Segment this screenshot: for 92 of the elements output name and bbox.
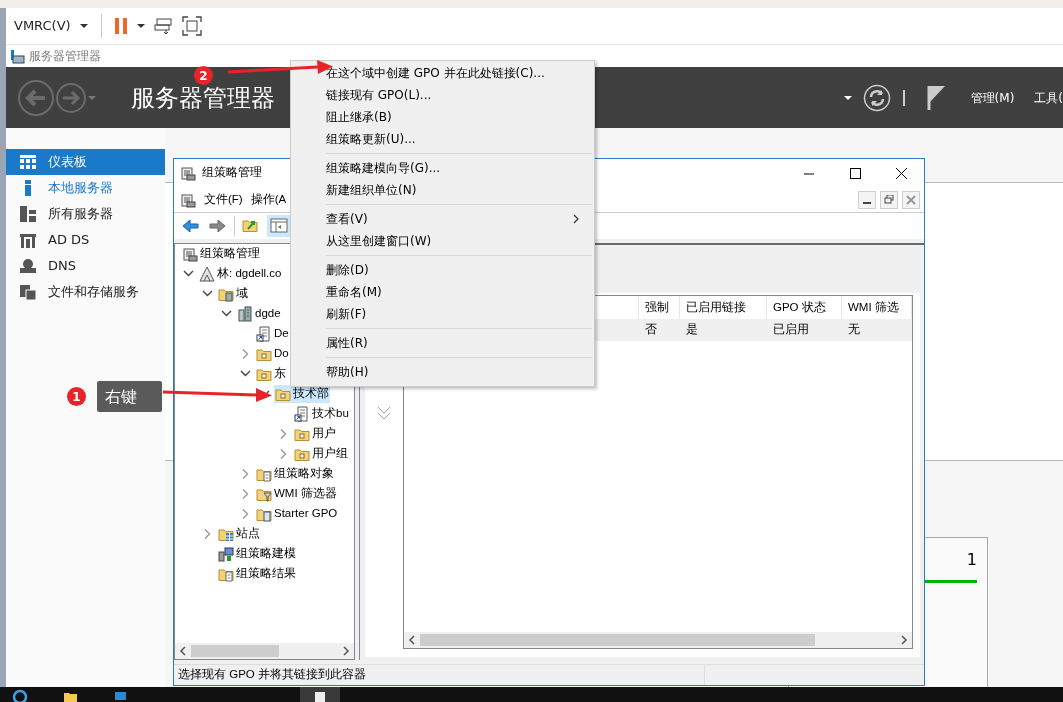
tree-item[interactable]: dgde: [236, 305, 282, 323]
document-icon: [256, 326, 272, 342]
computer-icon: [218, 546, 234, 562]
menu-item[interactable]: 在这个域中创建 GPO 并在此处链接(C)...: [293, 62, 592, 84]
table-cell-text: 是: [685, 322, 699, 338]
menu-item[interactable]: 组策略建模向导(G)...: [293, 157, 592, 179]
sidebar-item[interactable]: AD DS: [6, 227, 165, 253]
callout-label: 右键: [97, 381, 162, 412]
caret-icon[interactable]: [135, 22, 146, 30]
minimize-button[interactable]: [858, 190, 876, 209]
menu-item[interactable]: 文件(F): [204, 190, 243, 209]
tree-item[interactable]: 用户: [293, 425, 337, 443]
tree-item[interactable]: 站点: [217, 525, 261, 543]
tree-item[interactable]: 技术bu: [293, 405, 350, 423]
flag-icon[interactable]: [926, 84, 947, 111]
horizontal-scrollbar[interactable]: [404, 632, 912, 648]
folder-icon: [218, 286, 234, 302]
header-menu[interactable]: 工具(: [1034, 88, 1063, 107]
folder-icon: [218, 566, 234, 582]
header-menu[interactable]: 管理(M): [970, 88, 1015, 107]
folder-icon: [275, 386, 291, 402]
folder-icon: [256, 366, 272, 382]
close-button[interactable]: [902, 190, 920, 209]
tree-item[interactable]: 东: [255, 365, 287, 383]
building-icon: [20, 232, 36, 248]
tree-item[interactable]: Do: [255, 345, 290, 363]
tree-item[interactable]: 组策略对象: [255, 465, 335, 483]
tree-item[interactable]: 域: [217, 285, 249, 303]
fullscreen-icon[interactable]: [181, 16, 202, 36]
tree-item[interactable]: 组策略结果: [217, 565, 297, 583]
folder-icon: [294, 446, 310, 462]
maximize-icon[interactable]: [848, 166, 862, 180]
menu-item[interactable]: 重命名(M): [293, 281, 592, 303]
refresh-icon[interactable]: [862, 83, 891, 112]
menu-item[interactable]: 组策略更新(U)...: [293, 128, 592, 150]
page-title: 服务器管理器: [131, 82, 275, 114]
window-title: 组策略管理: [202, 165, 262, 181]
document-icon: [294, 406, 310, 422]
table-cell-text: 无: [847, 322, 861, 338]
tree-item[interactable]: 用户组: [293, 445, 349, 463]
status-text: 选择现有 GPO 并将其链接到此容器: [177, 667, 367, 683]
horizontal-scrollbar[interactable]: [175, 643, 354, 659]
scroll-icon: [180, 191, 196, 208]
tree-item[interactable]: 组策略建模: [217, 545, 297, 563]
folder-icon: [256, 466, 272, 482]
folder-icon: [294, 426, 310, 442]
folders-icon: [20, 284, 36, 300]
app-icon: [10, 48, 25, 64]
vmrc-menu-button[interactable]: VMRC(V): [14, 16, 89, 36]
folder-icon: [256, 486, 272, 502]
folder-icon: [256, 506, 272, 522]
sidebar-item[interactable]: 文件和存储服务: [6, 279, 165, 305]
folder-icon: [218, 526, 234, 542]
sidebar-item[interactable]: DNS: [6, 253, 165, 279]
menu-item[interactable]: 新建组织单位(N): [293, 179, 592, 201]
close-icon[interactable]: [894, 166, 908, 180]
tile-count: 1: [966, 549, 977, 571]
restore-icon[interactable]: [884, 194, 894, 205]
menu-item[interactable]: 链接现有 GPO(L)...: [293, 84, 592, 106]
triangle-icon: [199, 266, 215, 282]
tree-item[interactable]: 技术部: [274, 385, 330, 403]
menu-item[interactable]: 帮助(H): [293, 361, 592, 383]
restore-button[interactable]: [880, 190, 898, 209]
sidebar-item[interactable]: 本地服务器: [6, 175, 165, 201]
pause-icon[interactable]: [113, 17, 128, 35]
menu-item[interactable]: 属性(R): [293, 332, 592, 354]
menu-item[interactable]: 查看(V): [293, 208, 592, 230]
table-cell-text: 否: [644, 322, 658, 338]
tree-item[interactable]: 组策略管理: [181, 245, 261, 263]
tree-item[interactable]: Starter GPO: [255, 505, 339, 523]
caret-icon[interactable]: [842, 93, 853, 102]
sidebar-item[interactable]: 仪表板: [6, 149, 165, 175]
table-cell-text: 已启用: [772, 322, 810, 338]
menu-item[interactable]: 从这里创建窗口(W): [293, 230, 592, 252]
send-keys-icon[interactable]: [153, 16, 174, 36]
scroll-icon: [182, 246, 198, 262]
folder-icon: [256, 346, 272, 362]
window-title: 服务器管理器: [29, 48, 101, 66]
menu-item[interactable]: 操作(A: [250, 190, 287, 209]
caret-icon: [78, 22, 89, 30]
sidebar-item[interactable]: 所有服务器: [6, 201, 165, 227]
browser-icon[interactable]: [12, 687, 28, 702]
menu-item[interactable]: 阻止继承(B): [293, 106, 592, 128]
menu-item[interactable]: 刷新(F): [293, 303, 592, 325]
menu-item[interactable]: 删除(D): [293, 259, 592, 281]
grid-icon: [20, 154, 36, 170]
tree-item[interactable]: WMI 筛选器: [255, 485, 338, 503]
tree-item[interactable]: De: [255, 325, 290, 343]
building-icon: [237, 306, 253, 322]
scroll-icon: [180, 165, 196, 181]
servers-icon: [20, 206, 36, 222]
tree-item[interactable]: 林: dgdell.co: [198, 265, 283, 283]
